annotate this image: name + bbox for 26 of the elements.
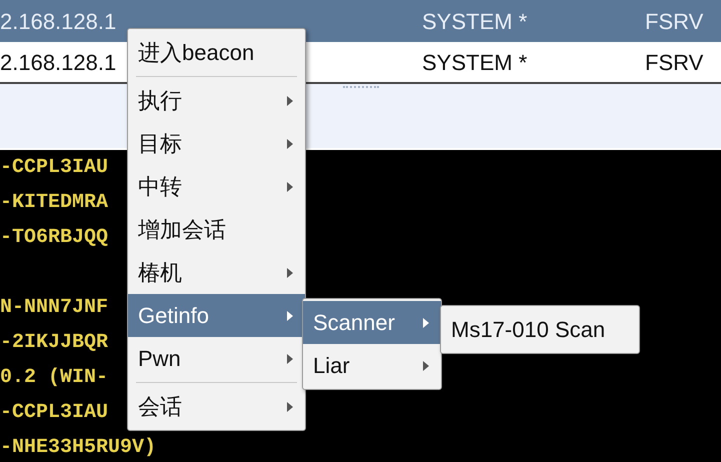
console-line: N-NNN7JNF [0,295,108,321]
menu-item[interactable]: Liar [303,344,441,387]
console-line: -2IKJJBQR [0,330,108,356]
table-cell-text: FSRV [645,8,704,36]
table-cell-text: SYSTEM * [422,8,528,36]
console-line: 0.2 (WIN- [0,365,108,391]
console-line: -CCPL3IAU [0,400,108,426]
splitter-handle[interactable] [342,86,378,89]
table-row[interactable]: 2.168.128.1 SYSTEM * FSRV [0,0,721,42]
menu-item[interactable]: Getinfo [128,294,305,337]
menu-item[interactable]: 增加会话 [128,208,305,251]
table-cell-text: SYSTEM * [422,48,528,76]
menu-item[interactable]: 会话 [128,385,305,428]
console-line: -TO6RBJQQ [0,225,108,251]
menu-item[interactable]: 目标 [128,122,305,165]
menu-item[interactable]: Pwn [128,337,305,380]
menu-item[interactable]: Scanner [303,301,441,344]
table-cell: 2.168.128.1 [0,8,116,34]
console-line: -CCPL3IAU [0,155,108,181]
console-line: -NHE33H5RU9V) [0,435,156,461]
table-cell-text: FSRV [645,48,704,76]
table-cell: 2.168.128.1 [0,50,116,74]
menu-item[interactable]: Ms17-010 Scan [441,308,639,351]
menu-item[interactable]: 中转 [128,165,305,208]
menu-item[interactable]: 椿机 [128,251,305,294]
console-line: -KITEDMRA [0,190,108,216]
